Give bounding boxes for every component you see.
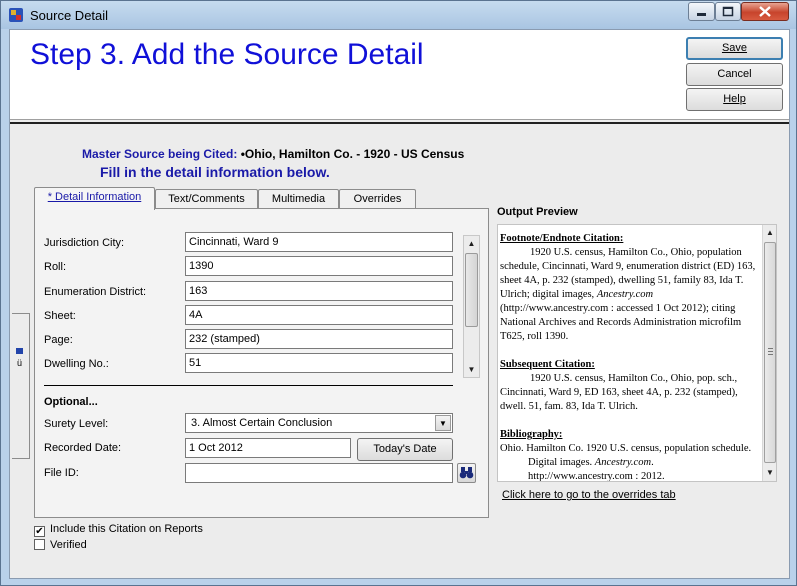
file-id-label: File ID: — [44, 467, 79, 479]
scroll-up-icon[interactable]: ▲ — [464, 236, 479, 251]
svg-text:ü: ü — [17, 358, 22, 368]
chevron-down-icon[interactable]: ▼ — [435, 415, 451, 431]
surety-level-value: 3. Almost Certain Conclusion — [191, 417, 333, 429]
roll-label: Roll: — [44, 261, 67, 273]
verified-checkbox[interactable] — [34, 539, 45, 550]
file-id-input[interactable] — [185, 463, 453, 483]
tab-label: Multimedia — [271, 193, 326, 205]
header-divider — [10, 122, 789, 124]
output-preview-text: Footnote/Endnote Citation: 1920 U.S. cen… — [498, 225, 761, 481]
close-icon — [759, 6, 771, 17]
dwelling-no-label: Dwelling No.: — [44, 358, 109, 370]
page-title: Step 3. Add the Source Detail — [30, 38, 424, 71]
page-input[interactable]: 232 (stamped) — [185, 329, 453, 349]
help-label: Help — [723, 93, 746, 105]
master-source-label: Master Source being Cited: — [82, 147, 238, 161]
close-window-button[interactable] — [741, 2, 789, 21]
jurisdiction-city-label: Jurisdiction City: — [44, 237, 125, 249]
cancel-label: Cancel — [717, 68, 752, 80]
include-on-reports-label: Include this Citation on Reports — [50, 523, 203, 535]
save-label: Save — [721, 42, 748, 54]
include-on-reports-checkbox[interactable]: ✔ — [34, 526, 45, 537]
recorded-date-label: Recorded Date: — [44, 442, 122, 454]
subsequent-citation: 1920 U.S. census, Hamilton Co., Ohio, po… — [500, 373, 738, 412]
binoculars-icon[interactable] — [457, 463, 476, 483]
scroll-down-icon[interactable]: ▼ — [464, 362, 479, 377]
window-title: Source Detail — [30, 8, 109, 23]
scroll-down-icon[interactable]: ▼ — [763, 465, 776, 480]
todays-date-label: Today's Date — [373, 443, 437, 455]
side-toolbar-strip: ü — [12, 313, 30, 459]
dwelling-no-input[interactable]: 51 — [185, 353, 453, 373]
roll-input[interactable]: 1390 — [185, 256, 453, 276]
fields-scrollbar-thumb[interactable] — [465, 253, 478, 327]
master-source-value: •Ohio, Hamilton Co. - 1920 - US Census — [240, 147, 465, 161]
dialog-client: Step 3. Add the Source Detail Save Cance… — [9, 29, 790, 579]
subsequent-heading: Subsequent Citation: — [500, 359, 595, 370]
recorded-date-input[interactable]: 1 Oct 2012 — [185, 438, 351, 458]
flag-icon[interactable]: ü — [14, 346, 28, 370]
include-on-reports-row[interactable]: ✔ Include this Citation on Reports — [34, 523, 203, 537]
todays-date-button[interactable]: Today's Date — [357, 438, 453, 461]
optional-heading: Optional... — [44, 396, 98, 408]
title-bar[interactable]: Source Detail — [1, 1, 796, 29]
minimize-icon — [697, 13, 706, 16]
overrides-tab-link[interactable]: Click here to go to the overrides tab — [502, 489, 676, 501]
footnote-italic: Ancestry.com — [596, 289, 654, 300]
binoculars-glyph — [459, 467, 474, 479]
grip-icon — [768, 348, 773, 355]
tab-detail-information[interactable]: * Detail Information — [34, 187, 155, 210]
tab-label: Text/Comments — [168, 193, 245, 205]
app-icon — [9, 8, 23, 22]
minimize-button[interactable] — [688, 2, 715, 21]
tab-text-comments[interactable]: Text/Comments — [155, 189, 258, 209]
footnote-citation: 1920 U.S. census, Hamilton Co., Ohio, po… — [500, 246, 761, 344]
instruction-text: Fill in the detail information below. — [100, 164, 330, 180]
scroll-up-icon[interactable]: ▲ — [763, 225, 776, 240]
jurisdiction-city-input[interactable]: Cincinnati, Ward 9 — [185, 232, 453, 252]
preview-scrollbar[interactable]: ▲ ▼ — [762, 225, 776, 481]
preview-scrollbar-thumb[interactable] — [764, 242, 776, 463]
footnote-heading: Footnote/Endnote Citation: — [500, 233, 624, 244]
bibliography-heading: Bibliography: — [500, 429, 563, 440]
fields-scrollbar[interactable]: ▲ ▼ — [463, 235, 480, 378]
maximize-button[interactable] — [715, 2, 741, 21]
bibliography-italic: Ancestry.com — [594, 457, 652, 468]
dialog-header: Step 3. Add the Source Detail Save Cance… — [10, 30, 789, 120]
maximize-icon — [722, 6, 734, 17]
verified-row[interactable]: Verified — [34, 539, 87, 551]
page-label: Page: — [44, 334, 73, 346]
surety-level-select[interactable]: 3. Almost Certain Conclusion ▼ — [185, 413, 453, 433]
sheet-label: Sheet: — [44, 310, 76, 322]
sheet-input[interactable]: 4A — [185, 305, 453, 325]
enumeration-district-input[interactable]: 163 — [185, 281, 453, 301]
surety-level-label: Surety Level: — [44, 418, 109, 430]
detail-information-panel: Jurisdiction City: Cincinnati, Ward 9 Ro… — [34, 208, 489, 518]
optional-divider — [44, 385, 453, 386]
enumeration-district-label: Enumeration District: — [44, 286, 147, 298]
verified-label: Verified — [50, 539, 87, 551]
tab-label: * Detail Information — [47, 191, 142, 203]
source-detail-window: Source Detail Step 3. Add the Source Det… — [0, 0, 797, 586]
tab-overrides[interactable]: Overrides — [339, 189, 416, 209]
master-source-row: Master Source being Cited: •Ohio, Hamilt… — [82, 147, 464, 161]
bibliography-citation: Ohio. Hamilton Co. 1920 U.S. census, pop… — [500, 442, 761, 481]
output-preview-title: Output Preview — [497, 206, 578, 218]
cancel-button[interactable]: Cancel — [686, 63, 783, 86]
output-preview-box: Footnote/Endnote Citation: 1920 U.S. cen… — [497, 224, 777, 482]
tab-label: Overrides — [353, 193, 402, 205]
tab-multimedia[interactable]: Multimedia — [258, 189, 339, 209]
help-button[interactable]: Help — [686, 88, 783, 111]
footnote-text: (http://www.ancestry.com : accessed 1 Oc… — [500, 303, 742, 342]
save-button[interactable]: Save — [686, 37, 783, 60]
